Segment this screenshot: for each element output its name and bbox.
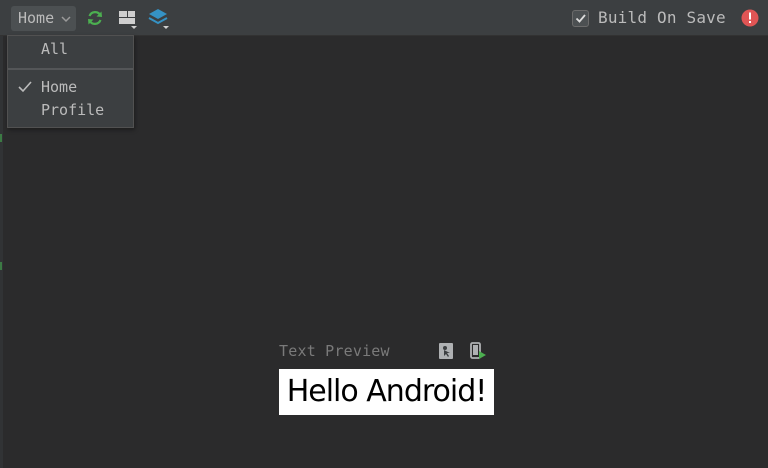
layers-icon[interactable] bbox=[147, 7, 169, 29]
dropdown-item-label: Home bbox=[41, 78, 78, 96]
preview-toolbar: Home Build On Save bbox=[0, 0, 768, 36]
error-icon[interactable] bbox=[741, 9, 759, 27]
gutter-marker bbox=[0, 134, 2, 142]
deploy-to-device-icon[interactable] bbox=[469, 342, 487, 360]
dropdown-item-all[interactable]: All bbox=[8, 38, 133, 60]
build-on-save-label: Build On Save bbox=[598, 8, 726, 27]
preview-label: Text Preview bbox=[279, 342, 390, 360]
dropdown-item-label: Profile bbox=[41, 101, 105, 119]
build-on-save-checkbox[interactable] bbox=[572, 9, 589, 27]
dropdown-item-home[interactable]: Home bbox=[8, 76, 133, 98]
dropdown-separator bbox=[8, 68, 133, 70]
chevron-down-icon bbox=[60, 6, 72, 31]
checkmark-icon bbox=[17, 76, 33, 98]
text-preview-content: Hello Android! bbox=[279, 369, 494, 415]
editor-gutter bbox=[0, 36, 3, 468]
refresh-icon[interactable] bbox=[84, 7, 106, 29]
combo-value: Home bbox=[18, 9, 55, 27]
interactive-preview-icon[interactable] bbox=[437, 342, 455, 360]
layout-icon[interactable] bbox=[116, 7, 138, 29]
gutter-marker bbox=[0, 262, 2, 270]
build-on-save-toggle[interactable]: Build On Save bbox=[572, 8, 726, 28]
dropdown-item-label: All bbox=[41, 40, 69, 58]
dropdown-item-profile[interactable]: Profile bbox=[8, 99, 133, 121]
preview-group-combobox[interactable]: Home bbox=[11, 6, 76, 31]
preview-group-dropdown: All Home Profile bbox=[7, 35, 134, 128]
